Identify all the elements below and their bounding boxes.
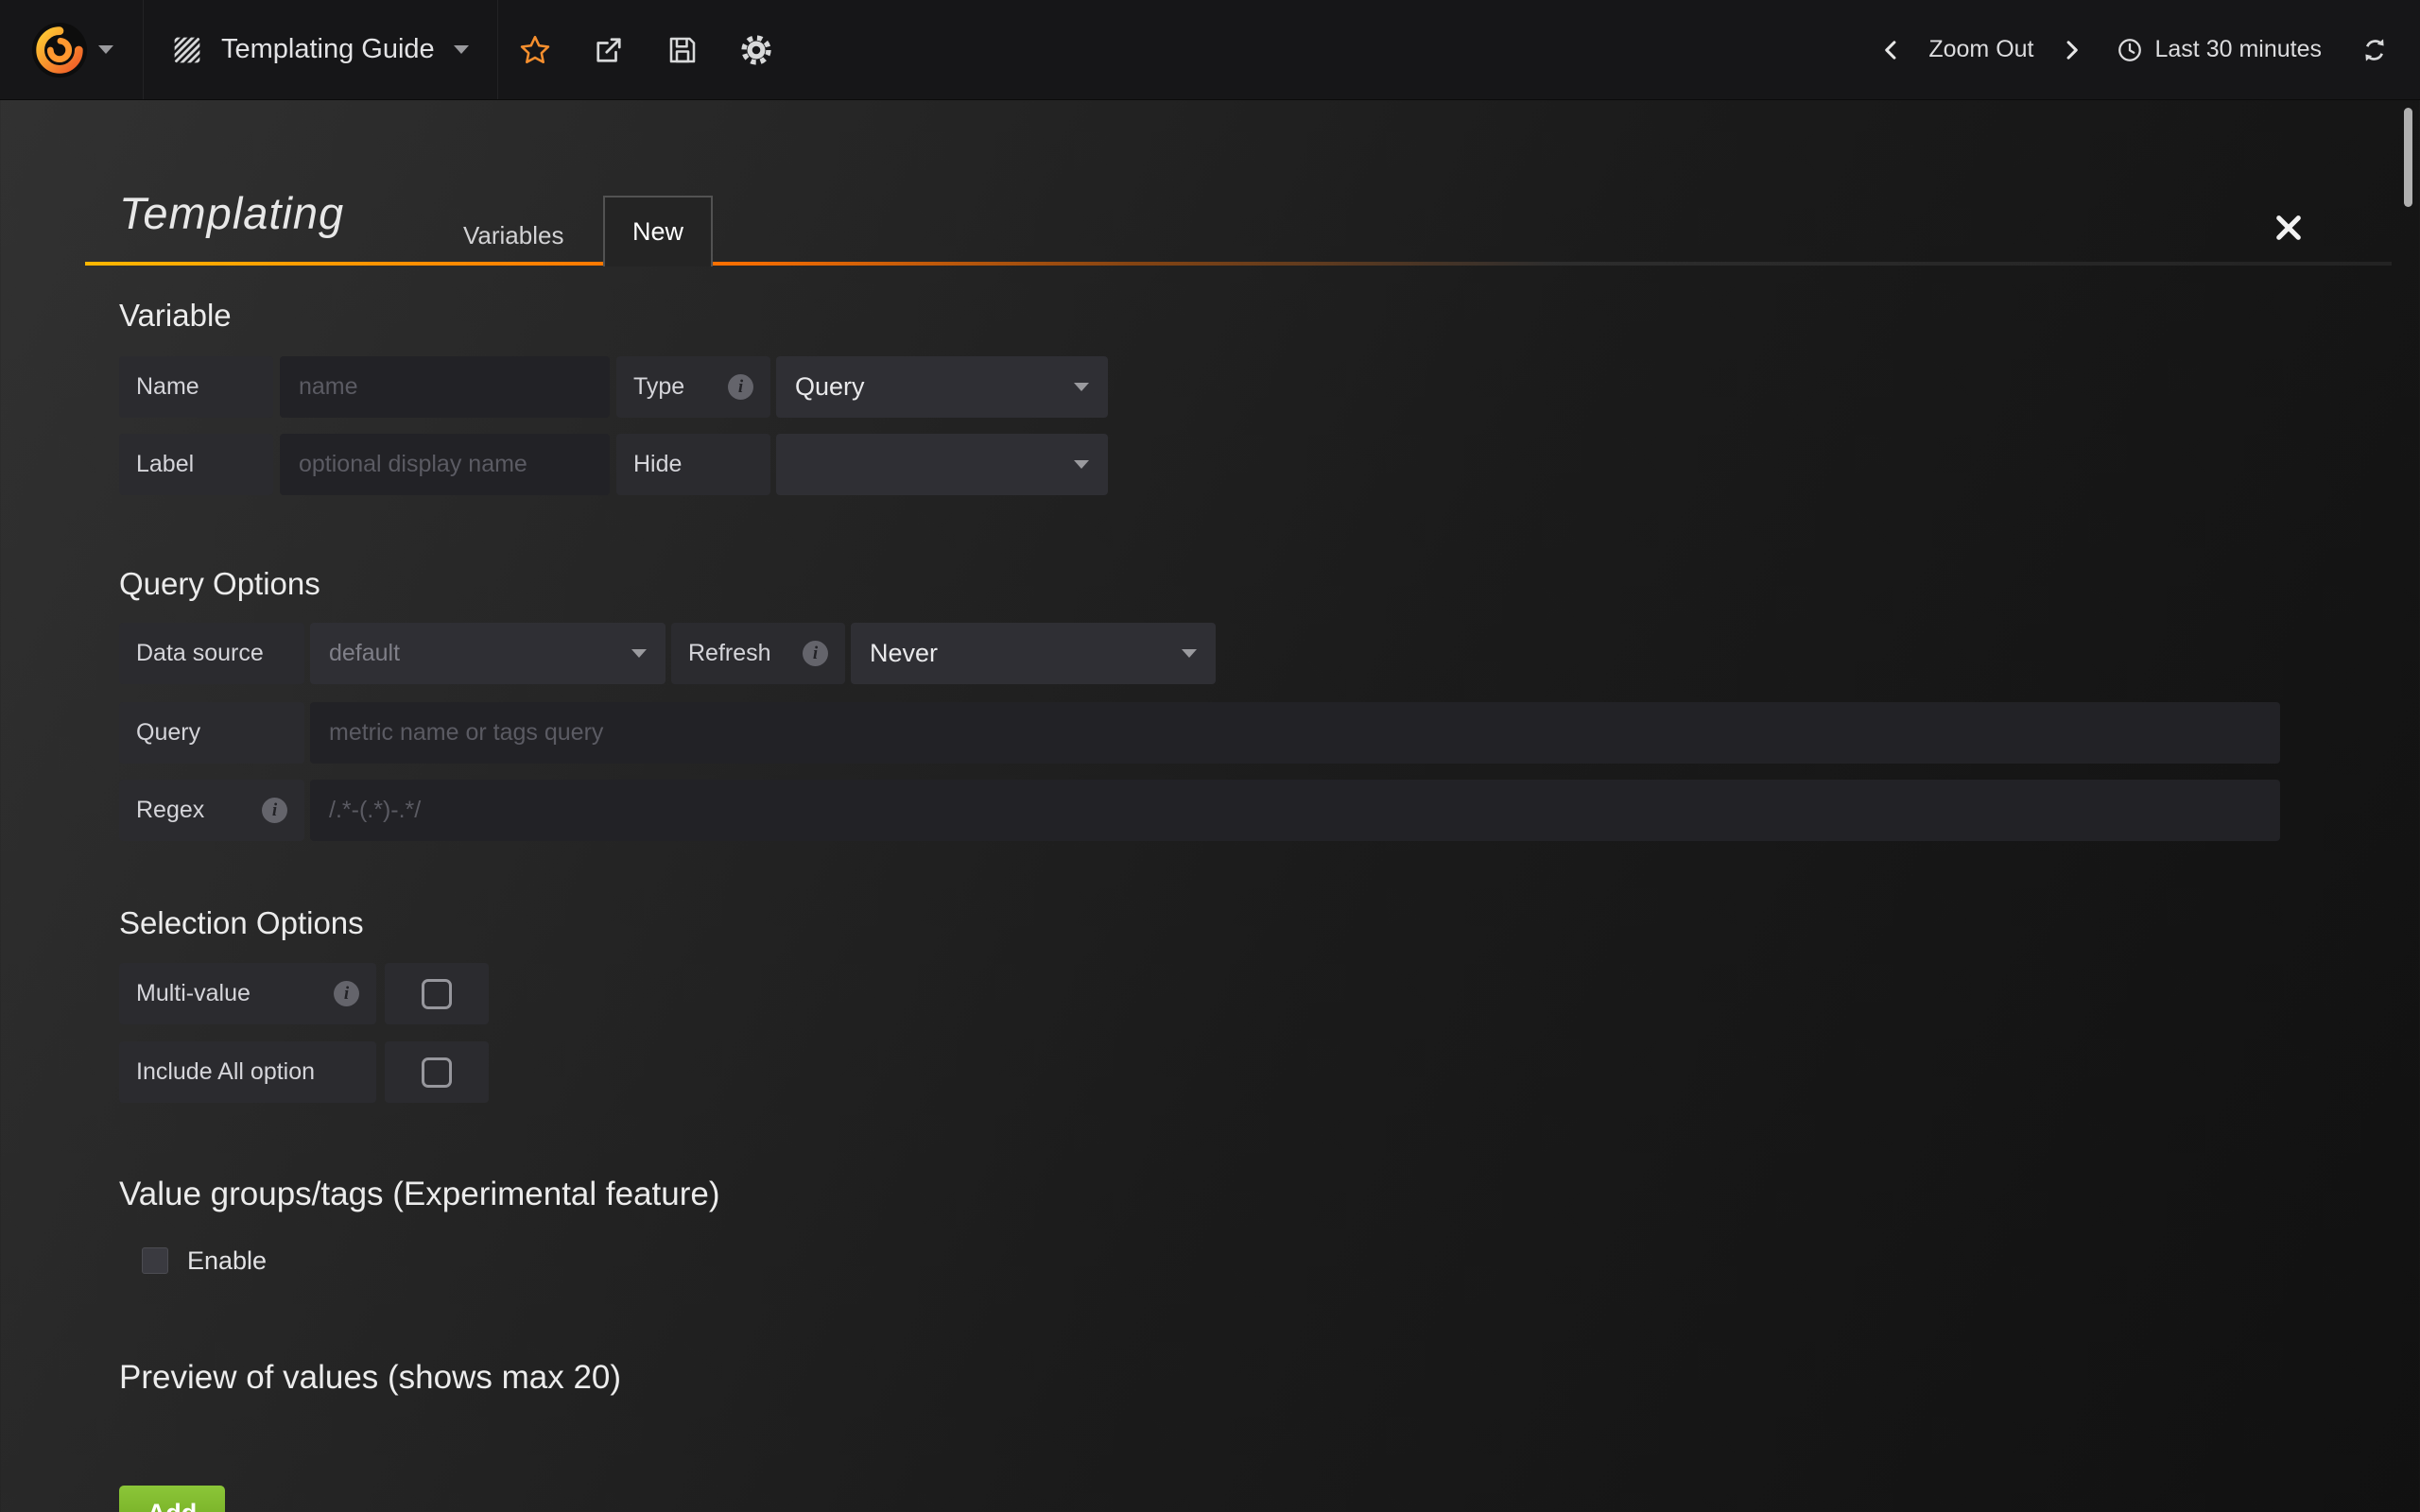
tab-divider-line [85, 262, 603, 266]
save-icon [666, 33, 700, 67]
time-range-label: Last 30 minutes [2155, 36, 2323, 63]
variable-name-input[interactable] [280, 356, 610, 418]
variable-label-input[interactable] [280, 434, 610, 495]
preview-heading: Preview of values (shows max 20) [119, 1359, 621, 1397]
tab-variables[interactable]: Variables [454, 214, 573, 258]
gear-icon [738, 32, 774, 68]
enable-label: Enable [187, 1247, 267, 1274]
dashboard-grid-icon [172, 35, 202, 65]
data-source-select-value: default [329, 640, 400, 667]
share-icon [592, 33, 626, 67]
label-label: Label [119, 434, 273, 495]
info-icon[interactable]: i [262, 798, 287, 823]
tab-new[interactable]: New [603, 196, 713, 266]
multi-value-checkbox[interactable] [385, 963, 489, 1024]
page-title: Templating [119, 187, 344, 239]
type-label: Type i [616, 356, 770, 418]
variable-section-heading: Variable [119, 298, 232, 334]
hide-label: Hide [616, 434, 770, 495]
star-button[interactable] [498, 0, 572, 99]
name-label: Name [119, 356, 273, 418]
close-button[interactable] [2271, 210, 2307, 246]
zoom-out-button[interactable]: Zoom Out [1919, 0, 2043, 99]
data-source-select[interactable]: default [310, 623, 666, 684]
refresh-label: Refresh i [671, 623, 845, 684]
enable-checkbox[interactable] [142, 1247, 168, 1274]
dashboard-title-button[interactable]: Templating Guide [144, 0, 498, 99]
refresh-select-value: Never [870, 639, 938, 668]
caret-down-icon [98, 45, 113, 54]
query-input[interactable] [310, 702, 2280, 764]
info-icon[interactable]: i [728, 374, 753, 400]
refresh-select[interactable]: Never [851, 623, 1216, 684]
time-range-picker[interactable]: Last 30 minutes [2099, 0, 2340, 99]
scrollbar-thumb[interactable] [2404, 108, 2412, 207]
settings-button[interactable] [719, 0, 793, 99]
caret-down-icon [1074, 460, 1089, 469]
refresh-button[interactable] [2339, 0, 2411, 99]
query-options-heading: Query Options [119, 566, 320, 602]
query-label: Query [119, 702, 304, 764]
caret-down-icon [1182, 649, 1197, 658]
navbar: Templating Guide [0, 0, 2420, 100]
checkbox-unchecked-icon [422, 1057, 452, 1088]
data-source-label: Data source [119, 623, 304, 684]
refresh-icon [2360, 35, 2390, 65]
info-icon[interactable]: i [334, 981, 359, 1006]
add-button[interactable]: Add [119, 1486, 225, 1512]
star-icon [518, 33, 552, 67]
type-select-value: Query [795, 372, 865, 402]
grafana-menu-button[interactable] [0, 0, 144, 99]
caret-down-icon [454, 45, 469, 54]
regex-label: Regex i [119, 780, 304, 841]
hide-select[interactable] [776, 434, 1108, 495]
zoom-out-label: Zoom Out [1928, 36, 2033, 63]
include-all-checkbox[interactable] [385, 1041, 489, 1103]
include-all-label: Include All option [119, 1041, 376, 1103]
dashboard-title: Templating Guide [221, 34, 435, 65]
time-forward-button[interactable] [2044, 0, 2099, 99]
close-icon [2271, 210, 2307, 246]
grafana-logo-icon [30, 21, 89, 79]
caret-down-icon [631, 649, 647, 658]
checkbox-unchecked-icon [422, 979, 452, 1009]
save-button[interactable] [646, 0, 719, 99]
navbar-spacer [793, 0, 1865, 99]
time-back-button[interactable] [1864, 0, 1919, 99]
chevron-left-icon [1878, 37, 1905, 63]
share-button[interactable] [572, 0, 646, 99]
type-select[interactable]: Query [776, 356, 1108, 418]
tab-divider-line-fade [713, 262, 2392, 266]
info-icon[interactable]: i [803, 641, 828, 666]
selection-options-heading: Selection Options [119, 905, 364, 941]
value-groups-heading: Value groups/tags (Experimental feature) [119, 1176, 720, 1213]
caret-down-icon [1074, 383, 1089, 391]
clock-icon [2116, 36, 2144, 64]
chevron-right-icon [2058, 37, 2084, 63]
multi-value-label: Multi-value i [119, 963, 376, 1024]
regex-input[interactable] [310, 780, 2280, 841]
